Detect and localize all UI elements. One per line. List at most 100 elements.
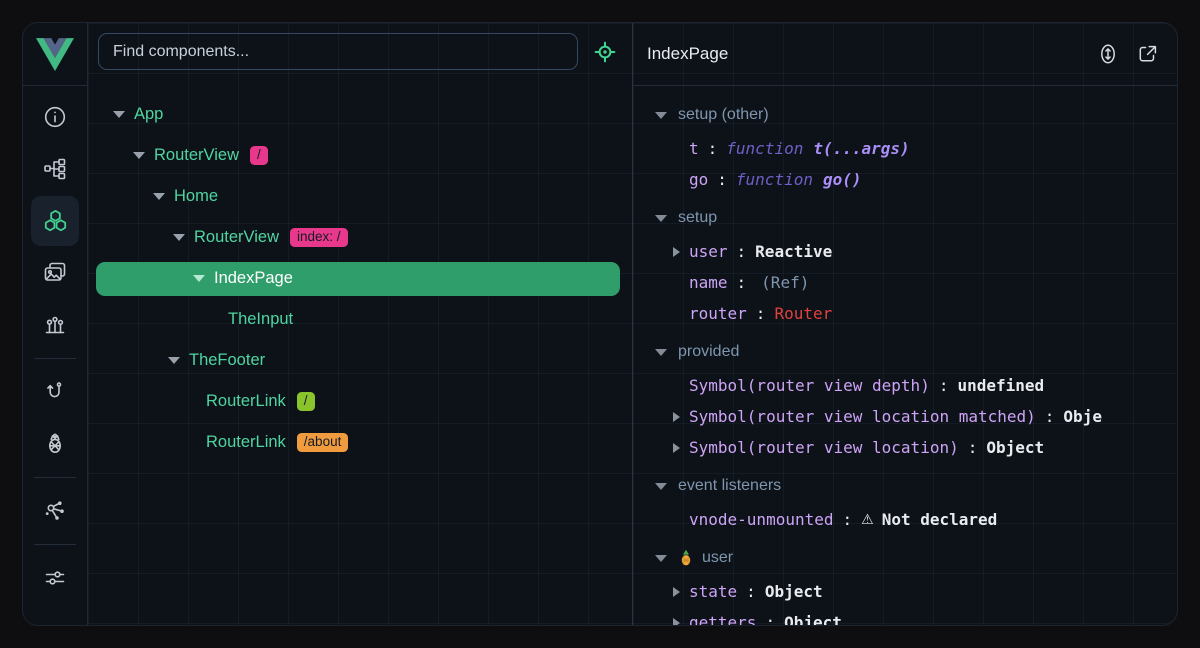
sidebar-divider — [34, 544, 76, 545]
devtools-window: App RouterView / Home RouterView index: … — [22, 22, 1178, 626]
vue-logo-icon — [36, 38, 74, 71]
vue-devtools: App RouterView / Home RouterView index: … — [0, 0, 1200, 648]
collapse-caret-icon — [655, 349, 667, 356]
expand-caret-icon[interactable] — [673, 443, 680, 453]
state-row[interactable]: vnode-unmounted : ⚠ Not declared — [633, 504, 1177, 535]
section-header-user-store[interactable]: user — [633, 540, 1177, 576]
function-keyword: function — [726, 139, 803, 158]
sidebar-item-graph[interactable] — [31, 486, 79, 536]
component-label: RouterLink — [206, 433, 286, 452]
expand-caret-icon[interactable] — [673, 412, 680, 422]
component-label: RouterView — [154, 146, 239, 165]
section-header-event-listeners[interactable]: event listeners — [633, 468, 1177, 504]
open-in-editor-button[interactable] — [1135, 42, 1159, 66]
collapse-caret-icon — [173, 234, 185, 241]
section-title: provided — [678, 343, 739, 361]
state-row[interactable]: user : Reactive — [633, 236, 1177, 267]
section-header-setup[interactable]: setup — [633, 200, 1177, 236]
state-row[interactable]: t : function t(...args) — [633, 133, 1177, 164]
settings-sliders-icon — [42, 565, 68, 591]
state-key: getters — [689, 613, 756, 625]
separator: : — [968, 438, 978, 457]
sidebar-item-pinia[interactable] — [31, 419, 79, 469]
state-row[interactable]: router : Router — [633, 298, 1177, 329]
state-key: Symbol(router view depth) — [689, 376, 930, 395]
sidebar-icons — [23, 86, 87, 604]
tree-row-theinput[interactable]: TheInput — [88, 299, 632, 340]
sidebar-item-router[interactable] — [31, 367, 79, 417]
tree-row-routerview-index[interactable]: RouterView index: / — [88, 217, 632, 258]
inspector-header-icons — [1096, 42, 1159, 66]
state-key: go — [689, 170, 708, 189]
sidebar-item-settings[interactable] — [31, 553, 79, 603]
assets-images-icon — [42, 260, 68, 286]
state-value: Obje — [1063, 407, 1102, 426]
state-value: Reactive — [755, 242, 832, 261]
state-row[interactable]: getters : Object — [633, 607, 1177, 625]
expand-caret-icon[interactable] — [673, 247, 680, 257]
component-picker-button[interactable] — [592, 39, 618, 65]
function-signature: go() — [823, 170, 862, 189]
separator: : — [737, 242, 747, 261]
inspector-header: IndexPage — [633, 23, 1177, 86]
separator: : — [843, 510, 853, 529]
function-signature: t(...args) — [813, 139, 909, 158]
section-title: event listeners — [678, 477, 781, 495]
component-hierarchy-icon — [42, 156, 68, 182]
expand-caret-icon[interactable] — [673, 587, 680, 597]
separator: : — [708, 139, 718, 158]
component-label: IndexPage — [214, 269, 293, 288]
tree-row-routerlink-home[interactable]: RouterLink / — [88, 381, 632, 422]
tree-row-home[interactable]: Home — [88, 176, 632, 217]
state-row[interactable]: go : function go() — [633, 164, 1177, 195]
scroll-to-component-button[interactable] — [1096, 42, 1120, 66]
expand-caret-icon[interactable] — [673, 618, 680, 625]
separator: : — [756, 304, 766, 323]
state-value: Object — [765, 582, 823, 601]
inspector-title: IndexPage — [647, 44, 728, 64]
state-value: Object — [986, 438, 1044, 457]
section-header-provided[interactable]: provided — [633, 334, 1177, 370]
state-row[interactable]: name : (Ref) — [633, 267, 1177, 298]
info-icon — [42, 104, 68, 130]
state-row[interactable]: Symbol(router view location matched) : O… — [633, 401, 1177, 432]
sidebar-divider — [34, 477, 76, 478]
state-key: user — [689, 242, 728, 261]
scroll-to-component-icon — [1096, 42, 1120, 66]
state-row[interactable]: Symbol(router view depth) : undefined — [633, 370, 1177, 401]
route-badge: index: / — [290, 228, 348, 248]
component-label: TheFooter — [189, 351, 265, 370]
state-key: router — [689, 304, 747, 323]
search-input[interactable] — [98, 33, 578, 70]
sidebar-item-overview[interactable] — [31, 92, 79, 142]
state-key: Symbol(router view location) — [689, 438, 959, 457]
logo-cell — [23, 23, 87, 86]
pinia-pineapple-icon — [42, 431, 68, 457]
state-key: Symbol(router view location matched) — [689, 407, 1036, 426]
state-row[interactable]: state : Object — [633, 576, 1177, 607]
separator: : — [737, 273, 747, 292]
timeline-mixer-icon — [42, 312, 68, 338]
graph-icon — [42, 498, 68, 524]
tree-row-routerlink-about[interactable]: RouterLink /about — [88, 422, 632, 463]
pineapple-icon — [678, 550, 694, 566]
section-title: user — [702, 549, 733, 567]
tree-row-app[interactable]: App — [88, 94, 632, 135]
state-value: undefined — [957, 376, 1044, 395]
sidebar-item-pages[interactable] — [31, 144, 79, 194]
state-key: t — [689, 139, 699, 158]
sidebar-item-timeline[interactable] — [31, 300, 79, 350]
state-key: state — [689, 582, 737, 601]
sidebar-item-components[interactable] — [31, 196, 79, 246]
section-header-setup-other[interactable]: setup (other) — [633, 97, 1177, 133]
state-row[interactable]: Symbol(router view location) : Object — [633, 432, 1177, 463]
component-label: App — [134, 105, 163, 124]
collapse-caret-icon — [655, 555, 667, 562]
sidebar-item-assets[interactable] — [31, 248, 79, 298]
component-label: Home — [174, 187, 218, 206]
component-picker-crosshair-icon — [592, 39, 618, 65]
separator: : — [717, 170, 727, 189]
tree-row-routerview[interactable]: RouterView / — [88, 135, 632, 176]
tree-row-indexpage-selected[interactable]: IndexPage — [96, 262, 620, 296]
tree-row-thefooter[interactable]: TheFooter — [88, 340, 632, 381]
